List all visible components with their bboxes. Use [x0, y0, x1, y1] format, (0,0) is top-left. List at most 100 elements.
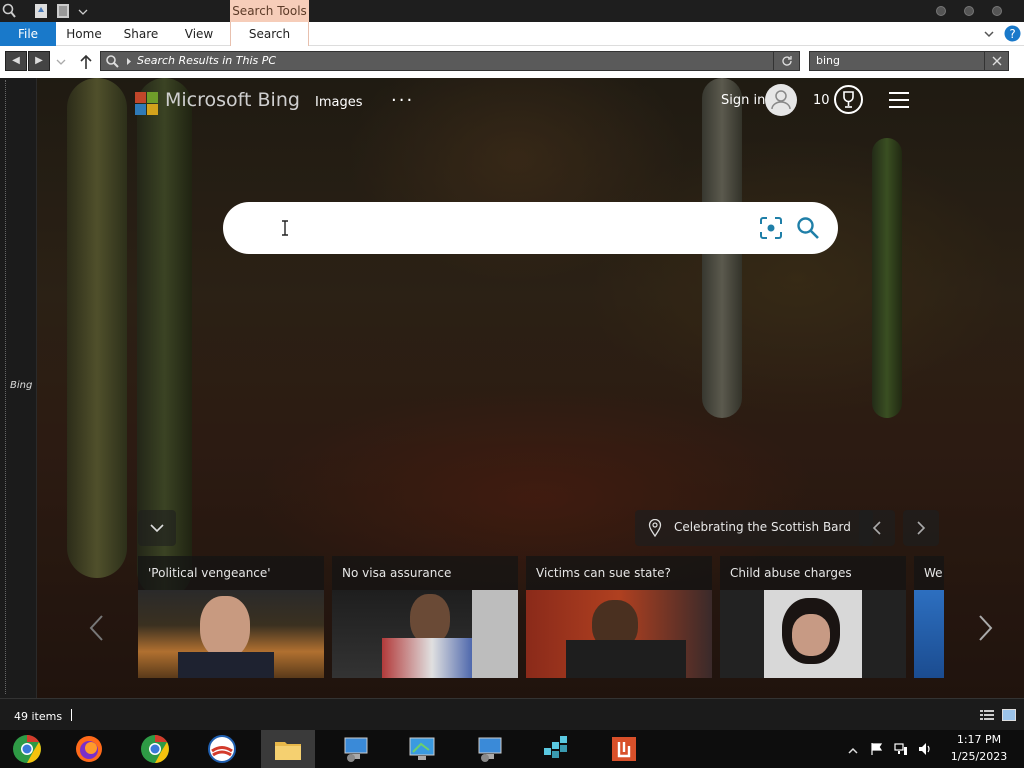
- divider: [71, 709, 72, 721]
- more-menu-button[interactable]: ···: [391, 90, 414, 111]
- address-field[interactable]: Search Results in This PC: [100, 51, 800, 71]
- rewards-button[interactable]: [834, 85, 863, 114]
- scroll-down-button[interactable]: [138, 510, 176, 546]
- taskbar-app-red[interactable]: [597, 730, 651, 768]
- news-card-image: [720, 590, 906, 678]
- back-button[interactable]: ◀: [5, 51, 27, 71]
- monitor-icon: [478, 737, 502, 762]
- help-icon[interactable]: ?: [1004, 25, 1021, 42]
- news-card-image: [138, 590, 324, 678]
- location-pin-icon: [648, 519, 662, 537]
- news-card-image: [332, 590, 518, 678]
- refresh-icon: [782, 56, 792, 66]
- refresh-button[interactable]: [773, 52, 799, 70]
- ribbon-tabs: File Home Share View Search ?: [0, 22, 1024, 46]
- tab-view[interactable]: View: [178, 22, 220, 46]
- breadcrumb-arrow-icon[interactable]: [125, 57, 133, 66]
- sign-in-link[interactable]: Sign in: [721, 93, 765, 108]
- taskbar-app-grid[interactable]: [529, 730, 583, 768]
- trophy-icon: [843, 91, 854, 108]
- avatar[interactable]: [765, 84, 797, 116]
- hamburger-menu-button[interactable]: [889, 92, 909, 108]
- images-link[interactable]: Images: [315, 95, 363, 110]
- divider: [5, 80, 6, 694]
- news-card-title: 'Political vengeance': [148, 566, 271, 580]
- chevron-down-icon: [150, 524, 164, 533]
- search-box[interactable]: [223, 202, 838, 254]
- up-arrow-icon[interactable]: [79, 54, 93, 70]
- taskbar-chrome-canary[interactable]: [0, 730, 54, 768]
- taskbar-remote-desktop[interactable]: [395, 730, 449, 768]
- caption-text: Celebrating the Scottish Bard: [674, 520, 851, 534]
- text-cursor-icon: [282, 220, 288, 236]
- chevron-left-icon[interactable]: [85, 613, 109, 643]
- tab-share[interactable]: Share: [118, 22, 164, 46]
- expand-ribbon-icon[interactable]: [983, 28, 995, 40]
- taskbar-file-explorer[interactable]: [261, 730, 315, 768]
- taskbar-control-panel[interactable]: [329, 730, 383, 768]
- logo-square: [147, 104, 158, 115]
- logo-square: [135, 104, 146, 115]
- news-card-title: Victims can sue state?: [536, 566, 671, 580]
- chrome-icon: [13, 735, 41, 763]
- visual-search-icon[interactable]: [759, 216, 783, 240]
- large-icons-view-icon[interactable]: [1002, 709, 1016, 721]
- maximize-button[interactable]: [964, 6, 974, 16]
- next-image-button[interactable]: [903, 510, 939, 546]
- tab-search[interactable]: Search: [230, 22, 309, 46]
- clear-search-button[interactable]: [984, 52, 1008, 70]
- news-card-image: [526, 590, 712, 678]
- minimize-button[interactable]: [936, 6, 946, 16]
- folder-icon: [275, 742, 301, 760]
- news-card[interactable]: Victims can sue state?: [526, 556, 712, 678]
- clock-time[interactable]: 1:17 PM: [946, 733, 1012, 746]
- taskbar-app[interactable]: [195, 730, 249, 768]
- status-bar: 49 items: [0, 698, 1024, 730]
- tab-file[interactable]: File: [0, 22, 56, 46]
- rewards-points[interactable]: 10: [813, 93, 830, 108]
- news-card-title: No visa assurance: [342, 566, 452, 580]
- volume-icon[interactable]: [918, 742, 932, 756]
- network-icon[interactable]: [894, 742, 908, 756]
- chevron-right-icon: [917, 521, 926, 535]
- search-icon: [106, 55, 119, 68]
- chevron-right-icon[interactable]: [973, 613, 997, 643]
- navigation-pane[interactable]: Bing: [0, 78, 37, 698]
- taskbar-chrome[interactable]: [128, 730, 182, 768]
- flag-icon[interactable]: [870, 742, 884, 756]
- clock-date[interactable]: 1/25/2023: [946, 750, 1012, 763]
- image-caption[interactable]: Celebrating the Scottish Bard: [635, 510, 873, 546]
- news-card[interactable]: We: [914, 556, 944, 678]
- logo-text: Microsoft Bing: [165, 89, 300, 111]
- previous-image-button[interactable]: [859, 510, 895, 546]
- item-count: 49 items: [14, 710, 63, 723]
- nav-item-bing[interactable]: Bing: [10, 380, 32, 391]
- circle-logo-icon: [208, 735, 236, 763]
- taskbar-network-tool[interactable]: [463, 730, 517, 768]
- bing-homepage: Microsoft Bing Images ··· Sign in 10 Cel…: [37, 78, 1024, 698]
- breadcrumb: Search Results in This PC: [137, 54, 277, 67]
- search-tools-context-tab: Search Tools: [230, 0, 309, 22]
- chevron-up-icon[interactable]: [846, 744, 860, 758]
- new-folder-icon[interactable]: [56, 3, 70, 19]
- tab-home[interactable]: Home: [62, 22, 106, 46]
- address-bar-row: ◀ ▶ Search Results in This PC bing: [0, 46, 1024, 78]
- details-view-icon[interactable]: [980, 709, 994, 721]
- forward-button[interactable]: ▶: [28, 51, 50, 71]
- news-card[interactable]: 'Political vengeance': [138, 556, 324, 678]
- screen: Search Tools File Home Share View Search…: [0, 0, 1024, 768]
- properties-icon[interactable]: [34, 3, 48, 19]
- news-card[interactable]: No visa assurance: [332, 556, 518, 678]
- news-card-title: We: [924, 566, 943, 580]
- search-input[interactable]: bing: [809, 51, 1009, 71]
- news-card[interactable]: Child abuse charges: [720, 556, 906, 678]
- close-button[interactable]: [992, 6, 1002, 16]
- search-icon: [2, 3, 16, 18]
- news-card-image: [914, 590, 944, 678]
- taskbar-firefox[interactable]: [62, 730, 116, 768]
- title-bar: Search Tools: [0, 0, 1024, 22]
- chevron-down-icon[interactable]: [76, 3, 90, 19]
- recent-locations-icon[interactable]: [55, 57, 67, 67]
- firefox-icon: [76, 736, 102, 762]
- search-icon[interactable]: [796, 216, 820, 240]
